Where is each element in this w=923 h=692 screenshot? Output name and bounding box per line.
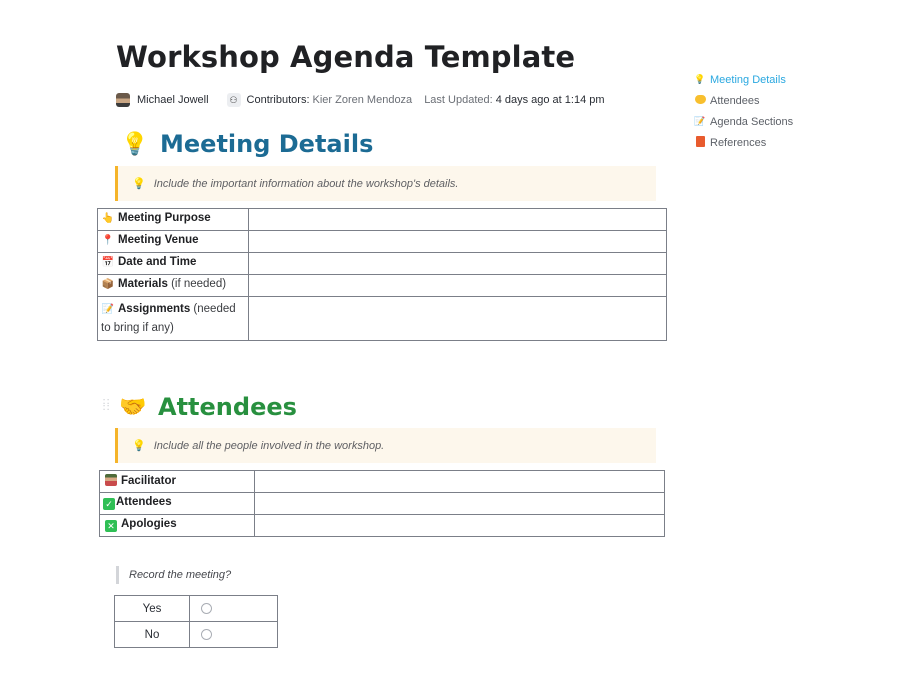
person-icon (105, 474, 117, 486)
memo-icon: 📝 (101, 304, 115, 315)
record-question: Record the meeting? (116, 566, 231, 584)
table-row: 📦 Materials (if needed) (97, 274, 667, 297)
attendees-callout: 💡 Include all the people involved in the… (115, 428, 656, 463)
toc-item-agenda-sections[interactable]: 📝 Agenda Sections (694, 111, 793, 132)
row-value-cell[interactable] (248, 208, 667, 231)
table-row: No (114, 621, 278, 648)
meeting-details-callout: 💡 Include the important information abou… (115, 166, 656, 201)
handshake-icon (694, 95, 706, 106)
meeting-details-title: Meeting Details (160, 130, 374, 158)
contributors-icon: ⚇ (226, 93, 241, 107)
table-row: 📍 Meeting Venue (97, 230, 667, 253)
check-box-icon: ✓ (103, 498, 115, 510)
row-value-cell[interactable] (254, 514, 665, 537)
row-label: 📍 Meeting Venue (97, 230, 249, 253)
meeting-details-table: 👆 Meeting Purpose 📍 Meeting Venue 📅 Date an… (97, 208, 667, 341)
author-avatar[interactable] (116, 93, 130, 107)
table-row: 📝 Assignments (needed to bring if any) (97, 296, 667, 341)
meeting-details-heading: 💡 Meeting Details (120, 130, 373, 158)
radio-yes[interactable] (201, 602, 212, 614)
cross-box-icon: ✕ (105, 520, 117, 532)
drag-handle-icon[interactable]: ∷ ∷ (103, 398, 111, 414)
contributors-name[interactable]: Kier Zoren Mendoza (313, 94, 413, 106)
page-title: Workshop Agenda Template (116, 40, 576, 74)
option-label-no: No (114, 621, 190, 648)
handshake-icon: 🤝 (119, 394, 147, 420)
pointing-up-icon: 👆 (101, 213, 115, 224)
attendees-title: Attendees (158, 393, 297, 421)
row-label: ✕ Apologies (99, 514, 255, 537)
option-cell (189, 621, 278, 648)
row-label: 👆 Meeting Purpose (97, 208, 249, 231)
calendar-icon: 📅 (101, 257, 115, 268)
lightbulb-icon: 💡 (132, 440, 146, 452)
callout-text: Include the important information about … (153, 177, 459, 190)
lightbulb-icon: 💡 (132, 178, 146, 190)
lightbulb-icon: 💡 (694, 74, 706, 84)
row-value-cell[interactable] (254, 492, 665, 515)
table-row: 👆 Meeting Purpose (97, 208, 667, 231)
author-name[interactable]: Michael Jowell (137, 94, 209, 106)
row-value-cell[interactable] (254, 470, 665, 493)
toc-item-meeting-details[interactable]: 💡 Meeting Details (694, 69, 793, 90)
toc-item-attendees[interactable]: Attendees (694, 90, 793, 111)
row-value-cell[interactable] (248, 296, 667, 341)
attendees-heading: 🤝 Attendees (118, 393, 297, 421)
document-meta: Michael Jowell ⚇ Contributors: Kier Zore… (116, 91, 605, 109)
row-label: ✓ Attendees (99, 492, 255, 515)
radio-no[interactable] (201, 628, 212, 640)
option-label-yes: Yes (114, 595, 190, 622)
book-icon (694, 136, 706, 149)
row-label: Facilitator (99, 470, 255, 493)
table-row: Facilitator (99, 470, 665, 493)
table-row: 📅 Date and Time (97, 252, 667, 275)
table-row: Yes (114, 595, 278, 622)
attendees-table: Facilitator ✓ Attendees ✕ Apologies (99, 470, 665, 537)
row-label: 📦 Materials (if needed) (97, 274, 249, 297)
toc-item-references[interactable]: References (694, 132, 793, 153)
table-of-contents: 💡 Meeting Details Attendees 📝 Agenda Sec… (694, 69, 793, 153)
pushpin-icon: 📍 (101, 235, 115, 246)
table-row: ✕ Apologies (99, 514, 665, 537)
row-value-cell[interactable] (248, 274, 667, 297)
option-cell (189, 595, 278, 622)
last-updated-value: 4 days ago at 1:14 pm (495, 94, 605, 106)
callout-text: Include all the people involved in the w… (153, 439, 385, 452)
lightbulb-icon: 💡 (121, 131, 149, 157)
row-label: 📅 Date and Time (97, 252, 249, 275)
memo-icon: 📝 (694, 116, 706, 126)
row-value-cell[interactable] (248, 252, 667, 275)
contributors-label: Contributors: (246, 94, 310, 106)
record-options-table: Yes No (114, 595, 278, 648)
table-row: ✓ Attendees (99, 492, 665, 515)
last-updated-label: Last Updated: (424, 94, 493, 106)
row-label: 📝 Assignments (needed to bring if any) (97, 296, 249, 341)
package-icon: 📦 (101, 279, 115, 290)
row-value-cell[interactable] (248, 230, 667, 253)
